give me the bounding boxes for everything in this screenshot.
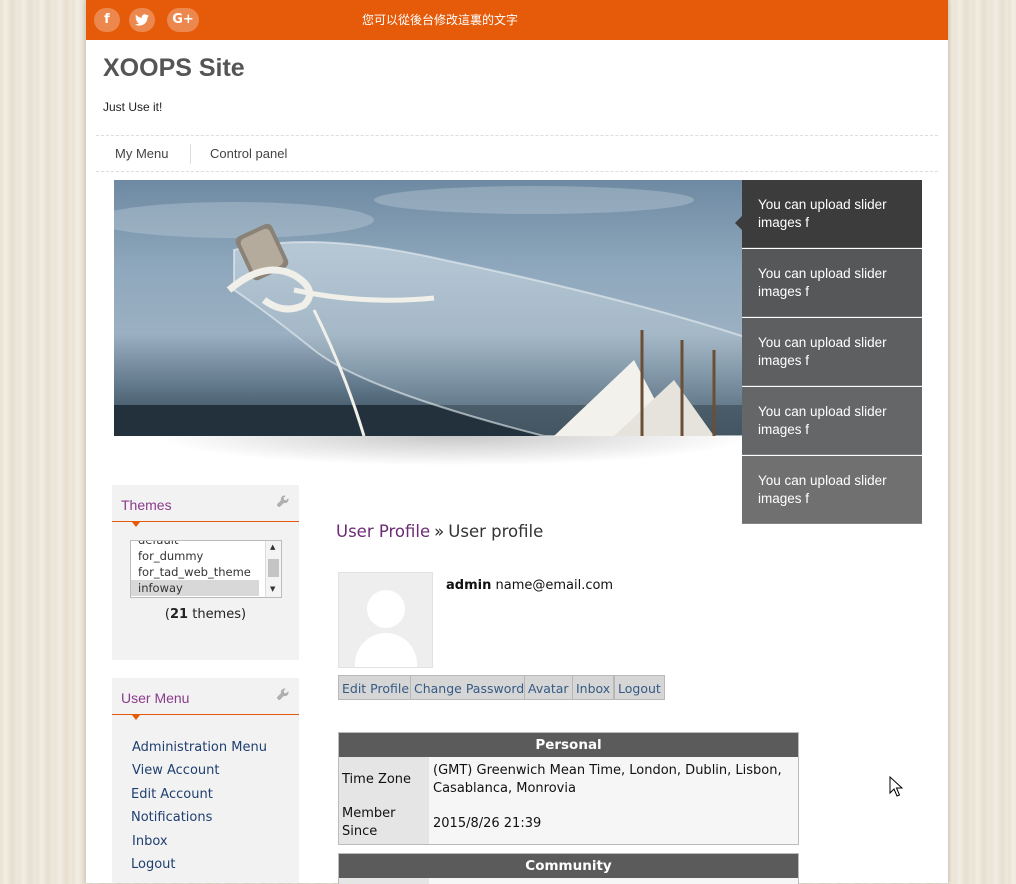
breadcrumb-separator: » [434,522,445,541]
wrench-icon[interactable] [276,688,289,704]
theme-list-scrollbar[interactable]: ▲ ▼ [265,541,281,597]
themes-block-title: Themes [121,497,172,513]
image-slider: You can upload slider images f You can u… [114,180,922,524]
inbox-button[interactable]: Inbox [572,675,615,700]
slider-caption-4[interactable]: You can upload slider images f [742,387,922,455]
twitter-icon[interactable] [129,8,155,32]
user-menu-block: User Menu Administration Menu View Accou… [112,678,299,883]
breadcrumb-current: User profile [448,522,544,541]
theme-select-list[interactable]: default for_dummy for_tad_web_theme info… [130,540,282,598]
personal-table: Personal Time Zone (GMT) Greenwich Mean … [338,732,799,845]
slider-caption-2[interactable]: You can upload slider images f [742,249,922,317]
slider-shadow [154,436,754,466]
edit-profile-button[interactable]: Edit Profile [338,675,414,700]
menu-link-administration[interactable]: Administration Menu [132,740,267,755]
breadcrumb-parent-link[interactable]: User Profile [336,522,430,541]
avatar-body [355,633,417,667]
member-since-value: 2015/8/26 21:39 [429,803,798,844]
menu-link-notifications[interactable]: Notifications [131,810,212,825]
themes-block: Themes default for_dummy for_tad_web_the… [112,485,299,660]
change-password-button[interactable]: Change Password [410,675,529,700]
theme-option[interactable]: for_tad_web_theme [131,564,281,580]
nav-divider [190,144,191,164]
block-caret [132,715,140,720]
breadcrumb: User Profile» User profile [336,522,543,541]
scroll-up-icon[interactable]: ▲ [270,543,275,551]
topbar-notice: 您可以從後台修改這裏的文字 [362,13,519,27]
community-row-label [339,878,429,884]
theme-option[interactable]: default [131,541,281,548]
personal-table-title: Personal [339,733,798,757]
page-container: f G+ 您可以從後台修改這裏的文字 XOOPS Site Just Use i… [86,0,948,884]
scroll-down-icon[interactable]: ▼ [270,585,275,593]
block-divider [112,714,299,715]
avatar-head [367,590,405,628]
menu-link-inbox[interactable]: Inbox [132,834,168,849]
username: admin [446,578,492,593]
slider-image[interactable] [114,180,742,436]
nav-item-control-panel[interactable]: Control panel [210,146,287,161]
user-email: name@email.com [495,578,614,593]
user-menu-title: User Menu [121,690,190,706]
avatar [338,572,433,668]
nav-item-my-menu[interactable]: My Menu [115,146,168,161]
avatar-button[interactable]: Avatar [524,675,573,700]
google-plus-icon[interactable]: G+ [167,8,199,32]
member-since-label: Member Since [339,803,429,844]
community-row-value [429,878,798,884]
timezone-label: Time Zone [339,757,429,803]
timezone-value: (GMT) Greenwich Mean Time, London, Dubli… [429,757,798,803]
community-table-title: Community [339,854,798,878]
site-slogan: Just Use it! [103,100,163,114]
slider-caption-5[interactable]: You can upload slider images f [742,456,922,524]
wrench-icon[interactable] [276,495,289,511]
site-title[interactable]: XOOPS Site [103,54,245,83]
menu-link-logout[interactable]: Logout [131,857,176,872]
themes-count: (21 themes) [164,607,247,622]
main-nav: My Menu Control panel [96,135,938,172]
menu-link-view-account[interactable]: View Account [132,763,219,778]
theme-option-selected[interactable]: infoway [131,580,259,596]
facebook-icon[interactable]: f [94,8,120,32]
user-identity: admin name@email.com [446,578,613,593]
slider-caption-3[interactable]: You can upload slider images f [742,318,922,386]
top-bar: f G+ 您可以從後台修改這裏的文字 [86,0,948,40]
mouse-cursor-icon [889,775,904,802]
block-caret [132,522,140,527]
menu-link-edit-account[interactable]: Edit Account [131,787,213,802]
theme-option[interactable]: for_dummy [131,548,281,564]
slider-caption-1[interactable]: You can upload slider images f [735,180,922,248]
community-table: Community [338,853,799,884]
block-divider [112,521,299,522]
scroll-thumb[interactable] [268,559,279,577]
logout-button[interactable]: Logout [614,675,665,700]
